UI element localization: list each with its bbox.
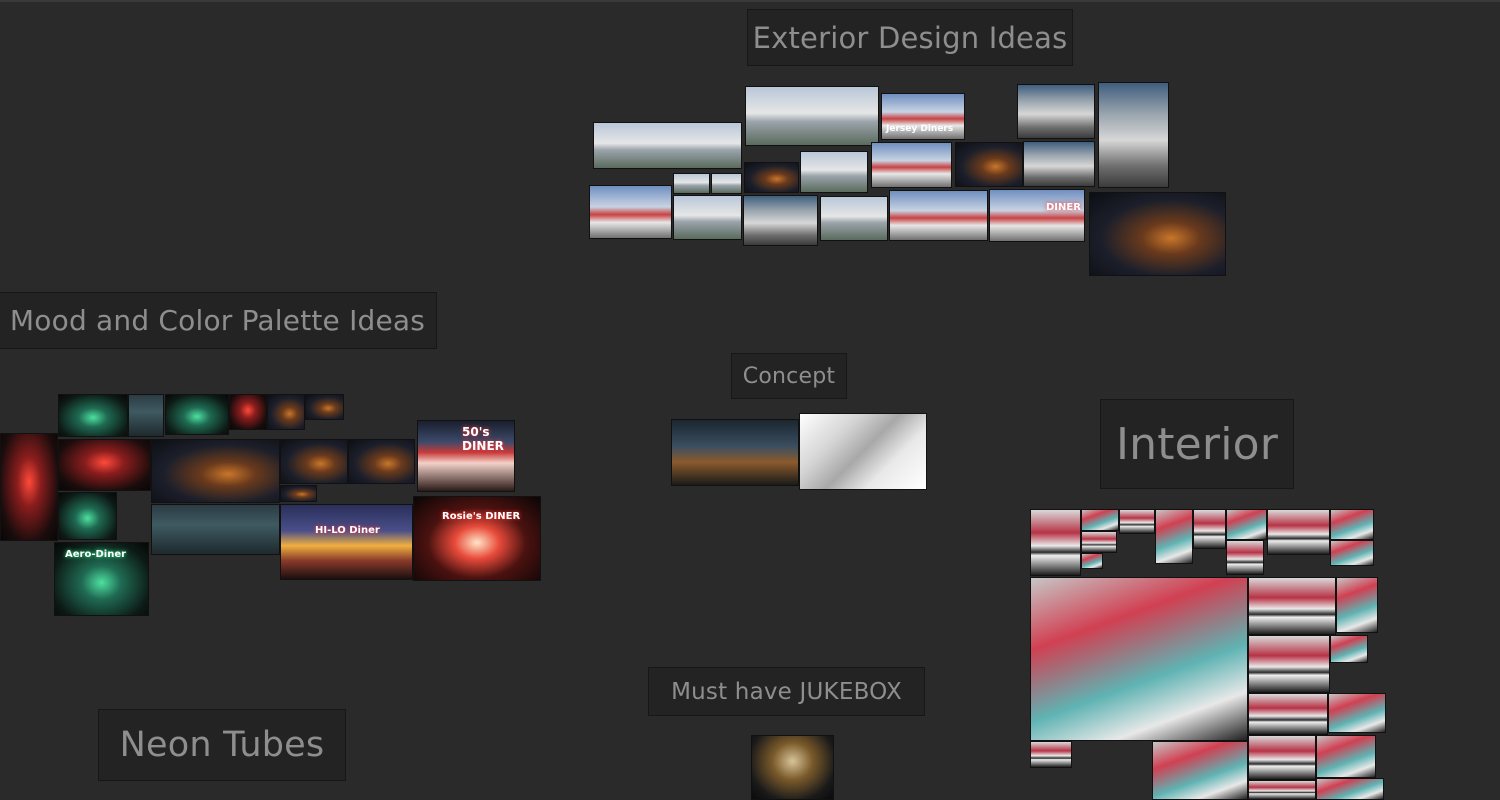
mood-image[interactable] bbox=[165, 394, 229, 435]
diner-sign: DINER bbox=[1046, 202, 1081, 213]
jukebox-image[interactable] bbox=[751, 735, 834, 800]
interior-image[interactable] bbox=[1248, 693, 1328, 735]
interior-image[interactable] bbox=[1316, 735, 1376, 778]
interior-image[interactable] bbox=[1330, 540, 1374, 566]
exterior-image[interactable] bbox=[589, 185, 672, 239]
concept-image[interactable] bbox=[671, 419, 799, 486]
group-title-interior[interactable]: Interior bbox=[1100, 399, 1294, 489]
exterior-image[interactable] bbox=[745, 86, 879, 146]
interior-image[interactable] bbox=[1328, 693, 1386, 733]
mood-image[interactable] bbox=[280, 439, 348, 484]
mood-image[interactable] bbox=[305, 394, 344, 420]
exterior-image[interactable]: Jersey Diners bbox=[881, 93, 965, 140]
mood-image[interactable] bbox=[128, 394, 164, 437]
exterior-image[interactable] bbox=[673, 195, 742, 240]
interior-image[interactable] bbox=[1248, 735, 1316, 780]
mood-image[interactable] bbox=[280, 485, 317, 502]
concept-image[interactable] bbox=[799, 413, 927, 490]
mood-image[interactable] bbox=[58, 439, 151, 491]
interior-image[interactable] bbox=[1193, 509, 1226, 549]
group-title-neon[interactable]: Neon Tubes bbox=[98, 709, 346, 781]
mood-image[interactable] bbox=[0, 433, 58, 541]
mood-image[interactable]: Aero-Diner bbox=[54, 542, 149, 616]
interior-image[interactable] bbox=[1152, 741, 1248, 800]
interior-image[interactable] bbox=[1316, 778, 1384, 800]
interior-image[interactable] bbox=[1081, 531, 1117, 553]
canvas-top-border bbox=[0, 0, 1500, 2]
mood-image[interactable] bbox=[151, 504, 280, 555]
mood-image[interactable] bbox=[348, 439, 415, 484]
jersey-diners-sign: Jersey Diners bbox=[886, 124, 954, 134]
interior-image[interactable] bbox=[1155, 509, 1193, 564]
aero-diner-sign: Aero-Diner bbox=[65, 549, 127, 560]
interior-image[interactable] bbox=[1330, 635, 1368, 663]
mood-image[interactable]: HI-LO Diner bbox=[280, 504, 413, 580]
exterior-image[interactable] bbox=[743, 195, 818, 246]
group-title-concept[interactable]: Concept bbox=[731, 353, 847, 399]
exterior-image[interactable] bbox=[1089, 192, 1226, 276]
exterior-image[interactable] bbox=[871, 142, 952, 188]
exterior-image[interactable] bbox=[744, 162, 799, 193]
mood-image[interactable] bbox=[151, 439, 280, 503]
exterior-image[interactable] bbox=[955, 142, 1023, 187]
interior-image[interactable] bbox=[1267, 509, 1330, 555]
exterior-image[interactable]: DINER bbox=[989, 189, 1085, 242]
mood-image[interactable] bbox=[58, 394, 128, 437]
exterior-image[interactable] bbox=[820, 196, 888, 241]
interior-image[interactable] bbox=[1248, 780, 1316, 800]
interior-image[interactable] bbox=[1030, 509, 1081, 576]
hilo-diner-sign: HI-LO Diner bbox=[315, 525, 380, 536]
interior-image[interactable] bbox=[1226, 540, 1264, 575]
interior-image[interactable] bbox=[1336, 577, 1378, 633]
interior-image[interactable] bbox=[1226, 509, 1267, 540]
interior-image[interactable] bbox=[1081, 553, 1103, 569]
interior-image[interactable] bbox=[1330, 509, 1374, 540]
group-title-mood[interactable]: Mood and Color Palette Ideas bbox=[0, 292, 437, 349]
fifties-diner-sign: 50's DINER bbox=[462, 425, 504, 453]
mood-image[interactable]: Rosie's DINER bbox=[413, 496, 541, 581]
interior-image[interactable] bbox=[1081, 509, 1119, 531]
exterior-image[interactable] bbox=[673, 173, 710, 194]
mood-image[interactable] bbox=[229, 394, 267, 430]
interior-image[interactable] bbox=[1248, 635, 1330, 693]
exterior-image[interactable] bbox=[1017, 84, 1095, 139]
group-title-exterior[interactable]: Exterior Design Ideas bbox=[747, 9, 1073, 66]
mood-image[interactable] bbox=[58, 492, 117, 540]
exterior-image[interactable] bbox=[593, 122, 742, 169]
interior-image[interactable] bbox=[1248, 577, 1336, 635]
interior-image[interactable] bbox=[1119, 509, 1155, 534]
group-title-jukebox[interactable]: Must have JUKEBOX bbox=[648, 667, 925, 716]
exterior-image[interactable] bbox=[1023, 141, 1095, 187]
mood-image[interactable] bbox=[267, 394, 305, 430]
exterior-image[interactable] bbox=[1098, 82, 1169, 188]
exterior-image[interactable] bbox=[889, 190, 988, 241]
interior-image[interactable] bbox=[1030, 741, 1072, 768]
exterior-image[interactable] bbox=[711, 173, 742, 194]
rosies-diner-sign: Rosie's DINER bbox=[442, 511, 521, 522]
exterior-image[interactable] bbox=[800, 151, 868, 193]
mood-image[interactable]: 50's DINER bbox=[417, 420, 515, 492]
interior-image-featured[interactable] bbox=[1030, 577, 1248, 741]
